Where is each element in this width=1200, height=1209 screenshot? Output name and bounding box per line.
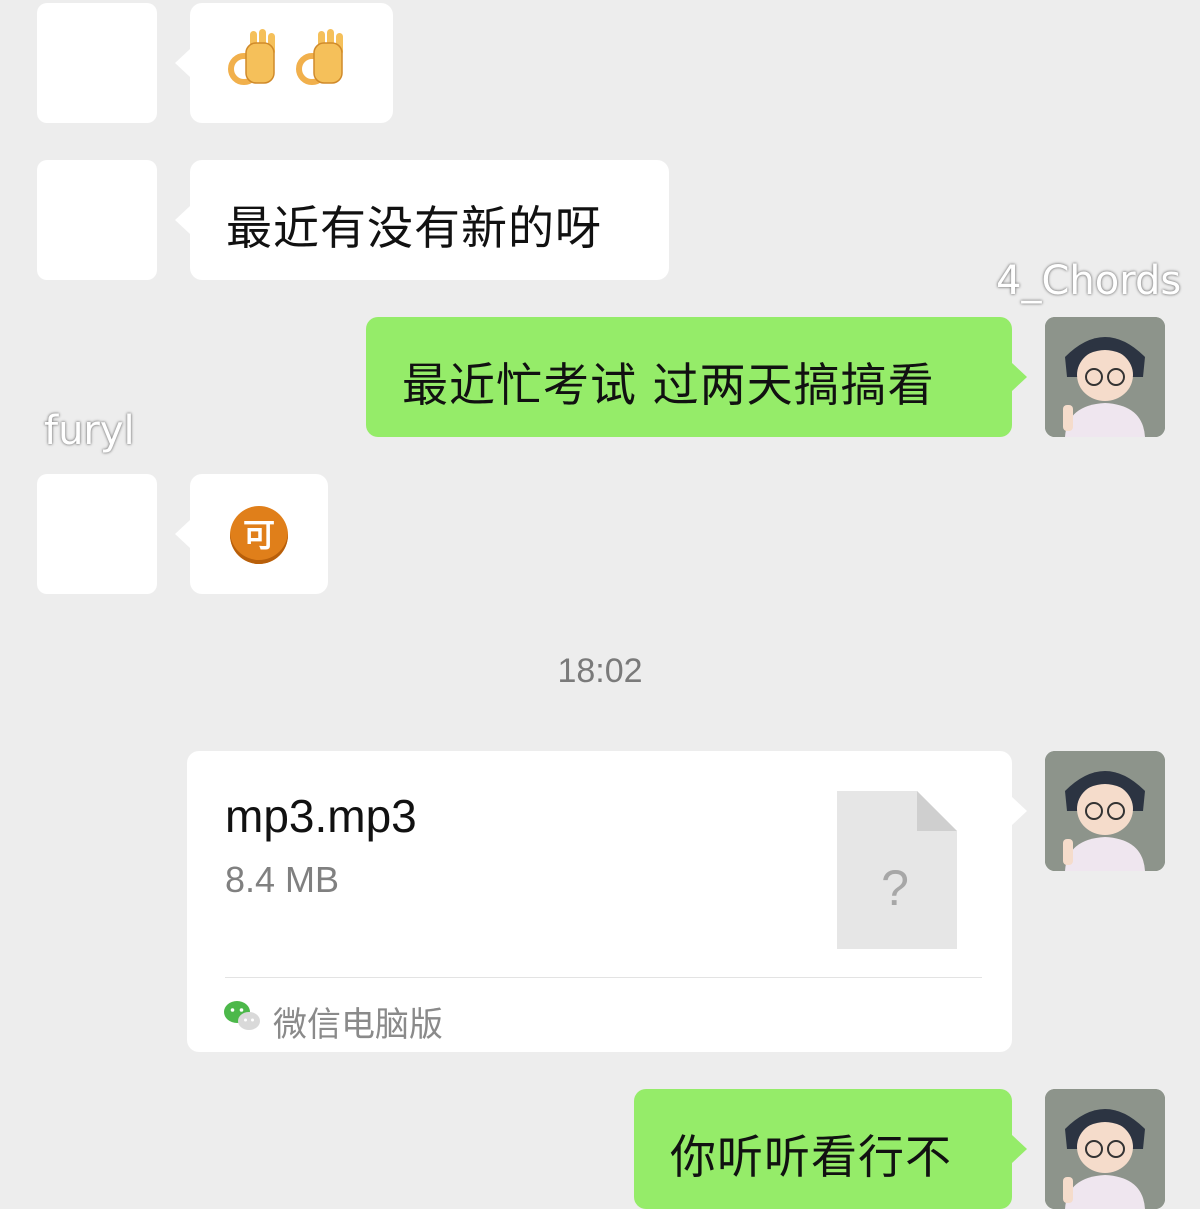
- message-text: 最近有没有新的呀: [226, 201, 602, 255]
- unknown-file-icon: ?: [837, 791, 957, 949]
- message-bubble[interactable]: 最近忙考试 过两天搞搞看: [366, 317, 1027, 437]
- self-avatar[interactable]: [1045, 317, 1165, 437]
- file-card-divider: [225, 977, 982, 978]
- self-name-label: 4_Chords: [996, 258, 1182, 304]
- file-name: mp3.mp3: [225, 790, 417, 842]
- avatar-image: [1045, 751, 1165, 871]
- message-text: 最近忙考试 过两天搞搞看: [402, 358, 935, 412]
- file-source-label: 微信电脑版: [273, 1005, 443, 1045]
- wechat-icon: [224, 1001, 260, 1030]
- chat-timestamp: 18:02: [557, 652, 643, 690]
- self-avatar[interactable]: [1045, 751, 1165, 871]
- ke-badge-emoji: 可: [230, 506, 288, 564]
- avatar-image: [1045, 317, 1165, 437]
- contact-name-label: furyl: [44, 408, 135, 454]
- avatar-image: [1045, 1089, 1165, 1209]
- ke-badge-text: 可: [242, 516, 275, 554]
- message-bubble[interactable]: 最近有没有新的呀: [175, 160, 669, 280]
- self-avatar[interactable]: [1045, 1089, 1165, 1209]
- message-bubble[interactable]: [175, 3, 393, 123]
- file-message-card[interactable]: mp3.mp3 8.4 MB ? 微信电脑版: [187, 751, 1027, 1052]
- message-text: 你听听看行不: [670, 1130, 952, 1184]
- svg-text:?: ?: [881, 860, 909, 916]
- contact-avatar[interactable]: [37, 3, 157, 123]
- message-bubble[interactable]: 可: [175, 474, 328, 594]
- ok-hand-emoji: [228, 29, 343, 85]
- contact-avatar[interactable]: [37, 474, 157, 594]
- contact-avatar[interactable]: [37, 160, 157, 280]
- chat-area: 最近有没有新的呀 4_Chords 最近忙考试 过两天搞搞看 furyl 可 1…: [0, 0, 1200, 1209]
- file-size: 8.4 MB: [225, 859, 340, 900]
- message-bubble[interactable]: 你听听看行不: [634, 1089, 1027, 1209]
